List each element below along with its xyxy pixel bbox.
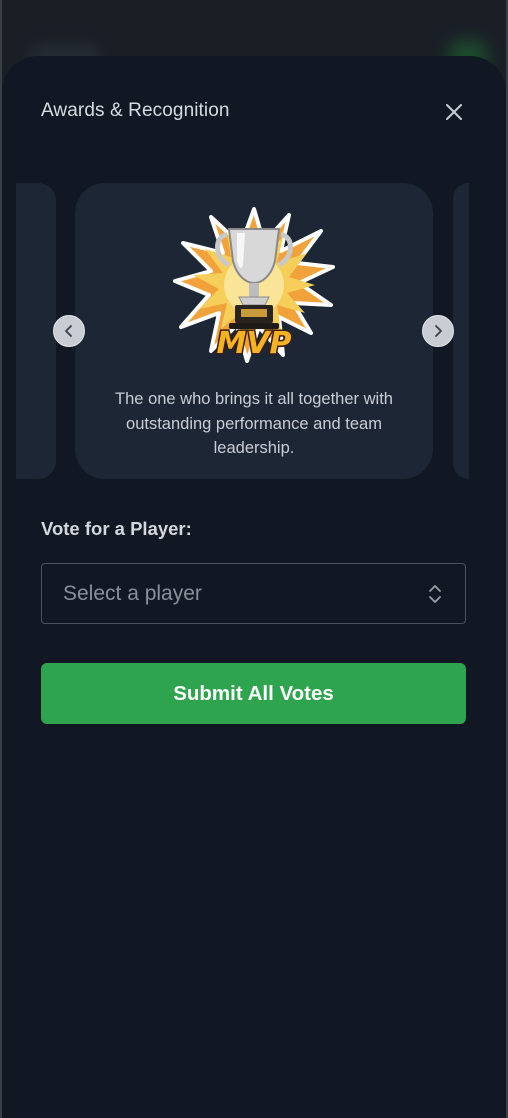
award-description: The one who brings it all together with …	[115, 390, 393, 457]
chevron-left-icon	[65, 325, 72, 337]
vote-label: Vote for a Player:	[41, 518, 192, 539]
mvp-badge-text: MVP	[216, 326, 291, 361]
award-carousel[interactable]: MVP The one who brings it all together w…	[2, 183, 506, 479]
player-select-placeholder: Select a player	[63, 582, 202, 605]
chevron-right-icon	[435, 325, 442, 337]
carousel-prev-button[interactable]	[53, 315, 85, 347]
submit-votes-button[interactable]: Submit All Votes	[41, 663, 466, 724]
modal-title: Awards & Recognition	[41, 100, 230, 121]
next-award-card-peek[interactable]	[453, 183, 469, 479]
close-icon	[446, 104, 462, 120]
close-button[interactable]	[442, 100, 466, 124]
chevron-up-down-icon	[429, 585, 441, 603]
award-card: MVP The one who brings it all together w…	[75, 183, 433, 479]
player-select[interactable]: Select a player	[41, 563, 466, 624]
carousel-next-button[interactable]	[422, 315, 454, 347]
previous-award-card-peek[interactable]	[16, 183, 56, 479]
awards-modal-sheet: Awards & Recognition MVP The one who bri…	[2, 56, 506, 1118]
mvp-trophy-image: MVP	[173, 207, 335, 363]
